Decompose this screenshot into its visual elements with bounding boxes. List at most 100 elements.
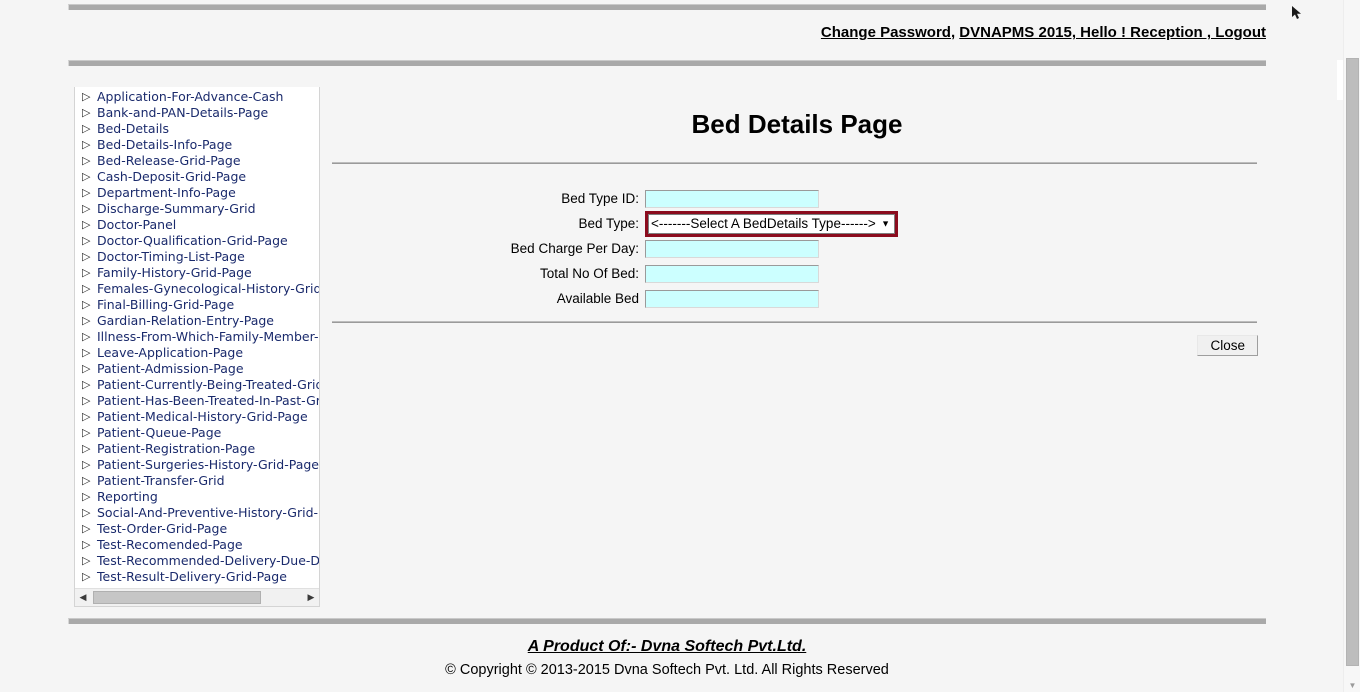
sidebar-item-label[interactable]: Doctor-Panel [97,217,176,233]
sidebar-item[interactable]: ▷ Patient-Queue-Page [75,425,319,441]
sidebar-item[interactable]: ▷ Application-For-Advance-Cash [75,89,319,105]
sidebar-item-label[interactable]: Cash-Deposit-Grid-Page [97,169,246,185]
sidebar-item-label[interactable]: Bed-Details-Info-Page [97,137,232,153]
window-vertical-scrollbar[interactable]: ▼ [1343,0,1360,692]
sidebar-item-label[interactable]: Department-Info-Page [97,185,236,201]
expand-arrow-icon[interactable]: ▷ [80,345,97,361]
sidebar-item[interactable]: ▷ Doctor-Panel [75,217,319,233]
sidebar-item[interactable]: ▷ Doctor-Timing-List-Page [75,249,319,265]
sidebar-item[interactable]: ▷ Family-History-Grid-Page [75,265,319,281]
total-no-of-bed-input[interactable] [645,264,819,283]
expand-arrow-icon[interactable]: ▷ [80,521,97,537]
expand-arrow-icon[interactable]: ▷ [80,313,97,329]
expand-arrow-icon[interactable]: ▷ [80,281,97,297]
sidebar-item-label[interactable]: Females-Gynecological-History-Grid-Page [97,281,319,297]
bed-type-select[interactable]: <-------Select A BedDetails Type------> [648,213,895,234]
expand-arrow-icon[interactable]: ▷ [80,409,97,425]
sidebar-item-label[interactable]: Bed-Details [97,121,169,137]
expand-arrow-icon[interactable]: ▷ [80,361,97,377]
expand-arrow-icon[interactable]: ▷ [80,505,97,521]
sidebar-item-label[interactable]: Test-Result-Delivery-Grid-Page [97,569,287,585]
sidebar-item-label[interactable]: Patient-Surgeries-History-Grid-Page [97,457,319,473]
bed-type-id-input[interactable] [645,189,819,208]
sidebar-item-label[interactable]: Leave-Application-Page [97,345,243,361]
expand-arrow-icon[interactable]: ▷ [80,537,97,553]
sidebar-item[interactable]: ▷ Patient-Surgeries-History-Grid-Page [75,457,319,473]
expand-arrow-icon[interactable]: ▷ [80,137,97,153]
sidebar-item[interactable]: ▷ Cash-Deposit-Grid-Page [75,169,319,185]
sidebar-item-label[interactable]: Bank-and-PAN-Details-Page [97,105,268,121]
sidebar-item-label[interactable]: Test-Recomended-Page [97,537,243,553]
sidebar-item[interactable]: ▷Illness-From-Which-Family-Member-Grid-P… [75,329,319,345]
expand-arrow-icon[interactable]: ▷ [80,153,97,169]
sidebar-item[interactable]: ▷Social-And-Preventive-History-Grid-Page [75,505,319,521]
expand-arrow-icon[interactable]: ▷ [80,553,97,569]
sidebar-item[interactable]: ▷ Test-Order-Grid-Page [75,521,319,537]
sidebar-item-label[interactable]: Final-Billing-Grid-Page [97,297,234,313]
sidebar-item-label[interactable]: Social-And-Preventive-History-Grid-Page [97,505,319,521]
sidebar-item-label[interactable]: Application-For-Advance-Cash [97,89,283,105]
sidebar-item[interactable]: ▷ Bank-and-PAN-Details-Page [75,105,319,121]
expand-arrow-icon[interactable]: ▷ [80,265,97,281]
sidebar-item[interactable]: ▷ Test-Result-Delivery-Grid-Page [75,569,319,585]
expand-arrow-icon[interactable]: ▷ [80,569,97,585]
expand-arrow-icon[interactable]: ▷ [80,377,97,393]
scroll-down-icon[interactable]: ▼ [1344,682,1360,690]
expand-arrow-icon[interactable]: ▷ [80,121,97,137]
vertical-scrollbar-thumb[interactable] [1346,58,1359,666]
sidebar-item[interactable]: ▷ Department-Info-Page [75,185,319,201]
sidebar-item-label[interactable]: Patient-Currently-Being-Treated-Grid-Pag… [97,377,319,393]
sidebar-item[interactable]: ▷Patient-Currently-Being-Treated-Grid-Pa… [75,377,319,393]
sidebar-item[interactable]: ▷ Bed-Release-Grid-Page [75,153,319,169]
available-bed-input[interactable] [645,289,819,308]
account-logout-link[interactable]: DVNAPMS 2015, Hello ! Reception , Logout [959,24,1266,41]
expand-arrow-icon[interactable]: ▷ [80,473,97,489]
expand-arrow-icon[interactable]: ▷ [80,169,97,185]
expand-arrow-icon[interactable]: ▷ [80,185,97,201]
sidebar-item[interactable]: ▷Test-Recommended-Delivery-Due-Date-Page [75,553,319,569]
sidebar-horizontal-scrollbar[interactable]: ◀ ▶ [75,588,319,606]
sidebar-scrollbar-thumb[interactable] [93,591,261,604]
sidebar-item[interactable]: ▷ Leave-Application-Page [75,345,319,361]
expand-arrow-icon[interactable]: ▷ [80,249,97,265]
sidebar-item-label[interactable]: Patient-Registration-Page [97,441,255,457]
expand-arrow-icon[interactable]: ▷ [80,201,97,217]
sidebar-item-label[interactable]: Patient-Medical-History-Grid-Page [97,409,308,425]
expand-arrow-icon[interactable]: ▷ [80,393,97,409]
expand-arrow-icon[interactable]: ▷ [80,457,97,473]
sidebar-item-label[interactable]: Bed-Release-Grid-Page [97,153,241,169]
sidebar-item[interactable]: ▷ Discharge-Summary-Grid [75,201,319,217]
expand-arrow-icon[interactable]: ▷ [80,217,97,233]
bed-charge-per-day-input[interactable] [645,239,819,258]
scroll-right-icon[interactable]: ▶ [303,589,319,606]
close-button[interactable]: Close [1197,335,1258,356]
sidebar-item[interactable]: ▷ Gardian-Relation-Entry-Page [75,313,319,329]
sidebar-item[interactable]: ▷Patient-Has-Been-Treated-In-Past-Grid-P… [75,393,319,409]
sidebar-item-label[interactable]: Patient-Queue-Page [97,425,221,441]
sidebar-item[interactable]: ▷ Final-Billing-Grid-Page [75,297,319,313]
sidebar-item-label[interactable]: Illness-From-Which-Family-Member-Grid-Pa… [97,329,319,345]
expand-arrow-icon[interactable]: ▷ [80,425,97,441]
expand-arrow-icon[interactable]: ▷ [80,297,97,313]
change-password-link[interactable]: Change Password [821,24,951,41]
sidebar-item-label[interactable]: Reporting [97,489,158,505]
sidebar-item[interactable]: ▷ Patient-Admission-Page [75,361,319,377]
footer-product-link[interactable]: A Product Of:- Dvna Softech Pvt.Ltd. [68,638,1266,656]
sidebar-item-label[interactable]: Discharge-Summary-Grid [97,201,256,217]
scroll-left-icon[interactable]: ◀ [75,589,91,606]
sidebar-item[interactable]: ▷ Patient-Medical-History-Grid-Page [75,409,319,425]
sidebar-item-label[interactable]: Family-History-Grid-Page [97,265,252,281]
sidebar-item-label[interactable]: Gardian-Relation-Entry-Page [97,313,274,329]
sidebar-item[interactable]: ▷ Doctor-Qualification-Grid-Page [75,233,319,249]
expand-arrow-icon[interactable]: ▷ [80,329,97,345]
expand-arrow-icon[interactable]: ▷ [80,105,97,121]
sidebar-item[interactable]: ▷ Test-Recomended-Page [75,537,319,553]
sidebar-item-label[interactable]: Patient-Admission-Page [97,361,244,377]
expand-arrow-icon[interactable]: ▷ [80,233,97,249]
sidebar-item[interactable]: ▷Females-Gynecological-History-Grid-Page [75,281,319,297]
sidebar-item[interactable]: ▷ Bed-Details-Info-Page [75,137,319,153]
sidebar-item[interactable]: ▷ Reporting [75,489,319,505]
sidebar-item-label[interactable]: Doctor-Qualification-Grid-Page [97,233,288,249]
sidebar-item-label[interactable]: Test-Order-Grid-Page [97,521,227,537]
expand-arrow-icon[interactable]: ▷ [80,441,97,457]
